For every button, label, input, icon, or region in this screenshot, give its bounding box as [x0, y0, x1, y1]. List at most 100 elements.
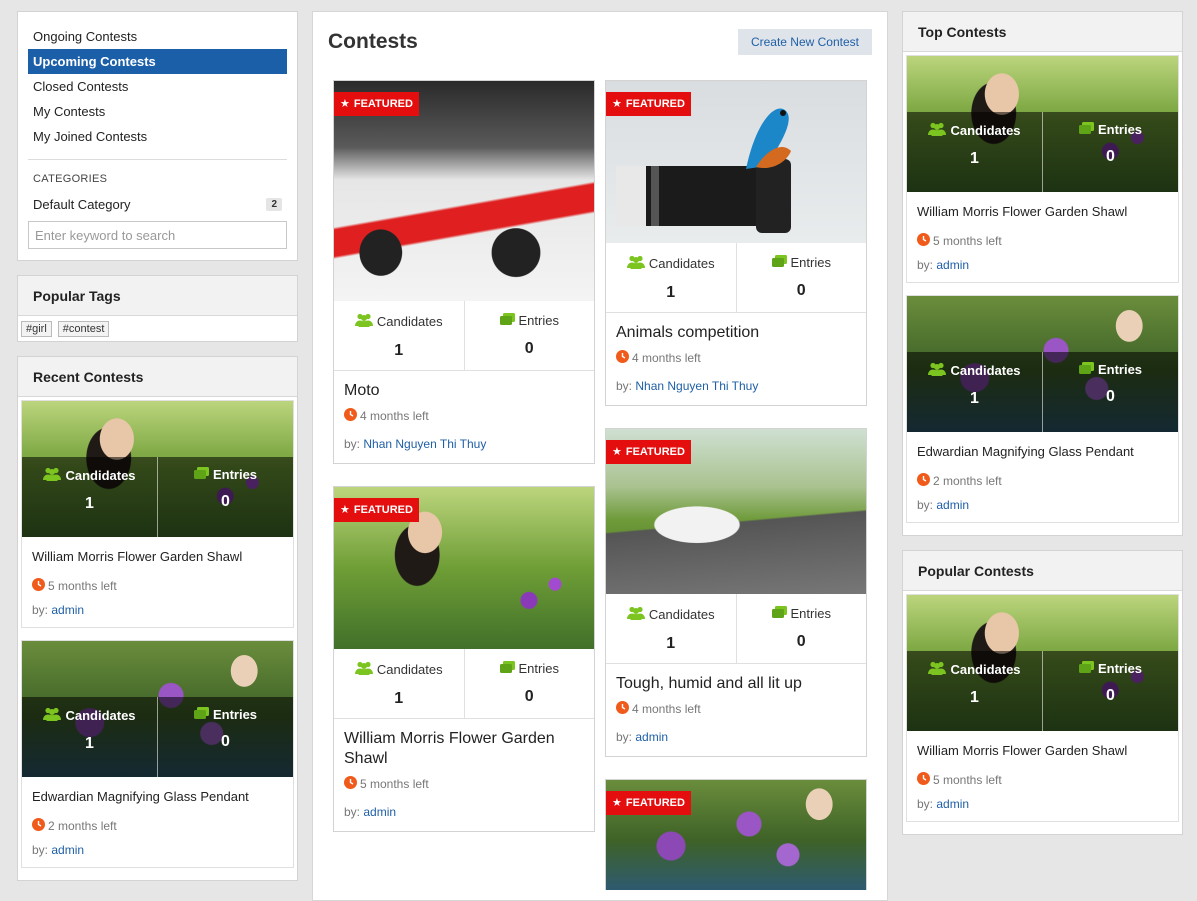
contest-card[interactable]: ★ FEATURED Candidates 1 Entries 0 Tough, … [605, 428, 867, 757]
contest-image[interactable]: Candidates 1 Entries 0 [907, 56, 1178, 192]
menu-item-my-contests[interactable]: My Contests [28, 99, 287, 124]
star-icon: ★ [612, 446, 622, 458]
featured-label: FEATURED [353, 98, 413, 110]
candidates-stat: Candidates 1 [907, 112, 1042, 192]
featured-badge: ★ FEATURED [334, 498, 419, 522]
author-link[interactable]: Nhan Nguyen Thi Thuy [363, 437, 486, 451]
author-link[interactable]: admin [936, 498, 969, 512]
candidates-stat: Candidates 1 [907, 651, 1042, 731]
popular-tags-panel: Popular Tags #girl #contest [17, 275, 298, 342]
candidates-label: Candidates [65, 468, 136, 483]
menu-item-closed[interactable]: Closed Contests [28, 74, 287, 99]
contest-image[interactable]: ★ FEATURED [606, 429, 866, 594]
entries-count: 0 [1106, 148, 1115, 165]
contest-image[interactable]: Candidates 1 Entries 0 [907, 595, 1178, 731]
candidates-stat: Candidates 1 [606, 243, 736, 312]
create-new-contest-button[interactable]: Create New Contest [737, 29, 872, 55]
contest-title[interactable]: William Morris Flower Garden Shawl [917, 742, 1168, 759]
contest-card[interactable]: ★ FEATURED Candidates 1 Entries 0 William… [333, 486, 595, 832]
tag-contest[interactable]: #contest [57, 321, 110, 337]
contest-stats: Candidates 1 Entries 0 [22, 457, 293, 537]
time-left: 4 months left [360, 409, 429, 423]
recent-contests-panel: Recent Contests Candidates 1 Entries 0 W… [17, 356, 298, 881]
menu-item-my-joined[interactable]: My Joined Contests [28, 124, 287, 149]
contest-stats: Candidates 1 Entries 0 [334, 301, 594, 371]
contest-card[interactable]: ★ FEATURED Candidates 1 Entries 0 Moto 4 … [333, 80, 595, 464]
contest-image[interactable]: Candidates 1 Entries 0 [907, 296, 1178, 432]
keyword-search-input[interactable] [28, 221, 287, 249]
candidates-count: 1 [970, 150, 979, 167]
featured-badge: ★ FEATURED [606, 791, 691, 815]
contest-title[interactable]: Tough, humid and all lit up [616, 674, 856, 694]
by-label: by: [917, 258, 934, 272]
contest-stats: Candidates 1 Entries 0 [606, 594, 866, 664]
contest-title[interactable]: Animals competition [616, 323, 856, 343]
candidates-count: 1 [970, 689, 979, 706]
time-left: 5 months left [48, 579, 117, 593]
entries-label: Entries [212, 707, 258, 722]
entries-count: 0 [1106, 687, 1115, 704]
entries-label: Entries [1097, 122, 1143, 137]
contest-image[interactable]: ★ FEATURED [606, 81, 866, 243]
by-label: by: [344, 437, 361, 451]
entries-label: Entries [518, 313, 559, 328]
contest-stats: Candidates 1 Entries 0 [606, 243, 866, 313]
entries-count: 0 [524, 340, 534, 357]
tag-list: #girl #contest [18, 316, 297, 341]
author-link[interactable]: admin [363, 805, 396, 819]
contest-title[interactable]: William Morris Flower Garden Shawl [917, 203, 1168, 220]
entries-count: 0 [221, 733, 230, 750]
entries-count: 0 [796, 282, 806, 299]
contest-card[interactable]: ★ FEATURED [605, 779, 867, 890]
contest-title[interactable]: Moto [344, 381, 584, 401]
category-default[interactable]: Default Category 2 [28, 191, 287, 217]
contest-image[interactable]: Candidates 1 Entries 0 [22, 641, 293, 777]
popular-contest-card[interactable]: Candidates 1 Entries 0 William Morris Fl… [906, 594, 1179, 822]
contest-image[interactable]: ★ FEATURED [606, 780, 866, 890]
people-icon [43, 467, 62, 484]
author-link[interactable]: admin [936, 797, 969, 811]
contest-card[interactable]: ★ FEATURED Candidates 1 Entries 0 Animals… [605, 80, 867, 406]
candidates-count: 1 [394, 690, 404, 707]
right-sidebar: Top Contests Candidates 1 Entries 0 Will… [902, 11, 1183, 849]
entries-label: Entries [790, 255, 831, 270]
recent-contests-title: Recent Contests [18, 357, 297, 397]
author-link[interactable]: admin [51, 603, 84, 617]
menu-item-upcoming[interactable]: Upcoming Contests [28, 49, 287, 74]
entries-count: 0 [796, 633, 806, 650]
tag-girl[interactable]: #girl [21, 321, 52, 337]
candidates-count: 1 [666, 284, 676, 301]
contest-title[interactable]: William Morris Flower Garden Shawl [344, 729, 584, 769]
menu-item-ongoing[interactable]: Ongoing Contests [28, 24, 287, 49]
contest-image[interactable]: Candidates 1 Entries 0 [22, 401, 293, 537]
candidates-label: Candidates [648, 607, 715, 622]
contest-image[interactable]: ★ FEATURED [334, 487, 594, 649]
candidates-stat: Candidates 1 [22, 457, 157, 537]
contest-title[interactable]: Edwardian Magnifying Glass Pendant [32, 788, 283, 805]
author-link[interactable]: Nhan Nguyen Thi Thuy [635, 379, 758, 393]
entries-label: Entries [790, 606, 831, 621]
contest-menu-panel: Ongoing Contests Upcoming Contests Close… [17, 11, 298, 261]
left-sidebar: Ongoing Contests Upcoming Contests Close… [17, 11, 298, 895]
recent-contest-card[interactable]: Candidates 1 Entries 0 Edwardian Magnify… [21, 640, 294, 868]
contest-title[interactable]: Edwardian Magnifying Glass Pendant [917, 443, 1168, 460]
contest-title[interactable]: William Morris Flower Garden Shawl [32, 548, 283, 565]
author-link[interactable]: admin [51, 843, 84, 857]
photo-icon [771, 255, 787, 270]
recent-contest-card[interactable]: Candidates 1 Entries 0 William Morris Fl… [21, 400, 294, 628]
author-link[interactable]: admin [635, 730, 668, 744]
popular-contests-panel: Popular Contests Candidates 1 Entries 0 [902, 550, 1183, 835]
contest-image[interactable]: ★ FEATURED [334, 81, 594, 301]
photo-icon [193, 467, 209, 482]
top-contest-card[interactable]: Candidates 1 Entries 0 Edwardian Magnify… [906, 295, 1179, 523]
entries-count: 0 [221, 493, 230, 510]
entries-label: Entries [1097, 661, 1143, 676]
top-contest-card[interactable]: Candidates 1 Entries 0 William Morris Fl… [906, 55, 1179, 283]
photo-icon [1078, 362, 1094, 377]
candidates-label: Candidates [950, 662, 1021, 677]
clock-icon [917, 473, 930, 489]
entries-stat: Entries 0 [1042, 651, 1178, 731]
contest-stats: Candidates 1 Entries 0 [334, 649, 594, 719]
people-icon [354, 313, 373, 330]
author-link[interactable]: admin [936, 258, 969, 272]
